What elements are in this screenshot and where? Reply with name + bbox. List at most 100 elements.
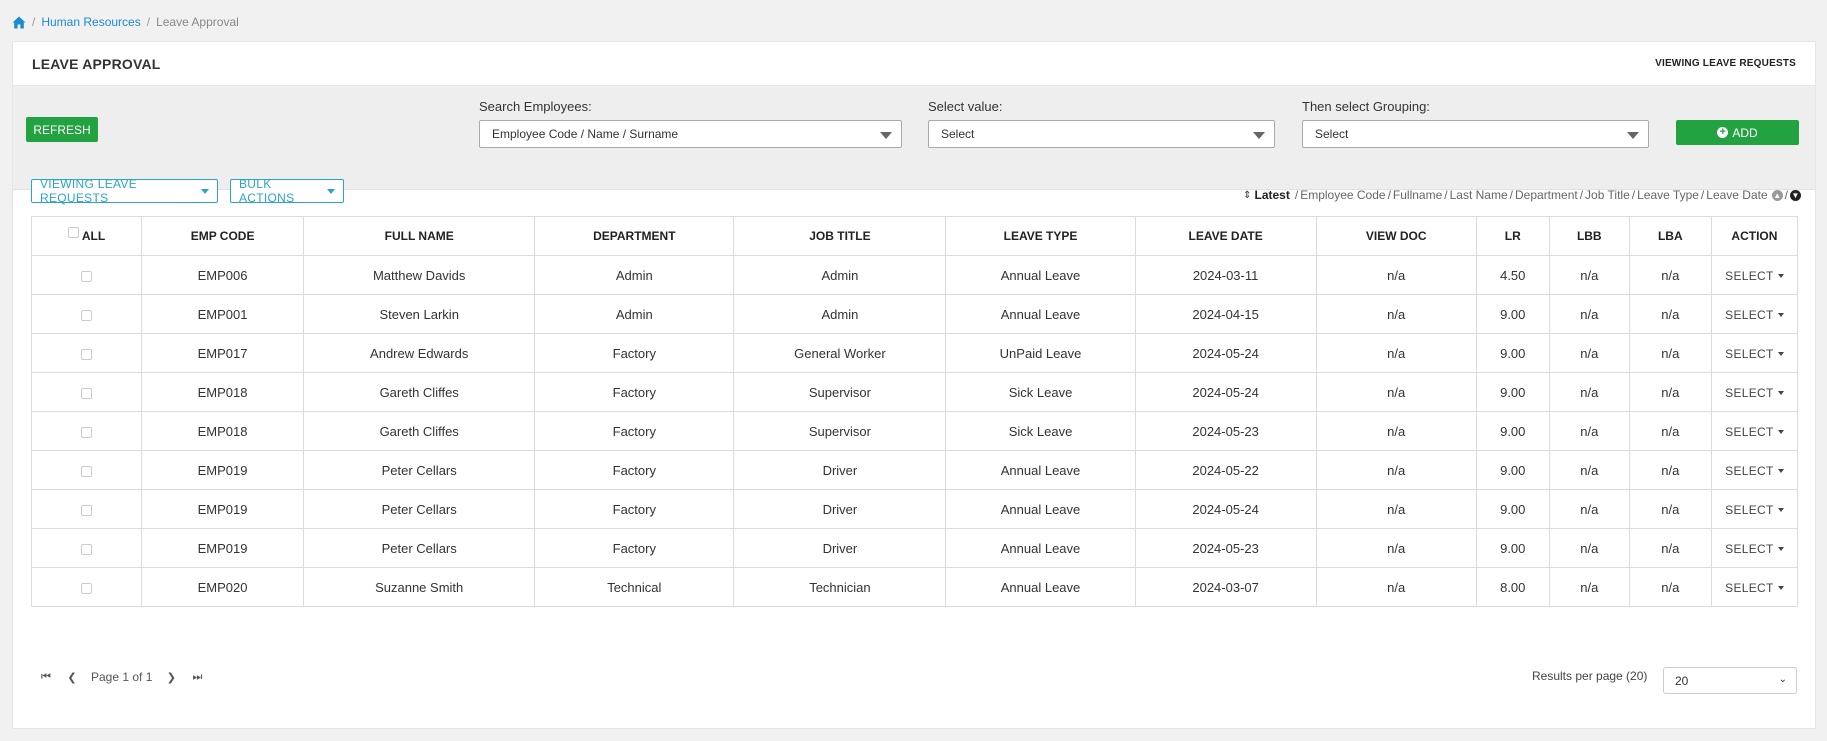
caret-down-icon: [1777, 351, 1784, 356]
sort-option-job-title[interactable]: Job Title: [1585, 188, 1630, 202]
cell-job-title: Driver: [733, 528, 947, 568]
cell-leave-date: 2024-04-15: [1134, 294, 1317, 334]
cell-leave-date: 2024-05-22: [1134, 450, 1317, 490]
caret-down-icon: [1777, 429, 1784, 434]
row-checkbox[interactable]: [81, 504, 93, 516]
cell-leave-type: Annual Leave: [945, 528, 1136, 568]
select-all-checkbox[interactable]: [67, 227, 79, 239]
cell-full-name: Peter Cellars: [303, 450, 536, 490]
row-action-dropdown[interactable]: SELECT: [1725, 502, 1784, 517]
cell-department: Technical: [534, 567, 735, 607]
row-action-dropdown[interactable]: SELECT: [1725, 386, 1784, 400]
cell-leave-date: 2024-03-07: [1134, 567, 1317, 607]
cell-department: Factory: [534, 450, 735, 490]
sort-option-latest[interactable]: Latest: [1255, 188, 1290, 202]
search-employees-select[interactable]: Employee Code / Name / Surname: [479, 120, 902, 148]
caret-down-icon: [1777, 585, 1784, 590]
cell-view-doc: n/a: [1315, 450, 1477, 490]
cell-department: Factory: [534, 489, 735, 529]
cell-lr: 8.00: [1475, 567, 1550, 607]
cell-job-title: Driver: [733, 450, 947, 490]
table-row: EMP019 Peter Cellars Factory Driver Annual L…: [30, 528, 1799, 568]
row-action-dropdown[interactable]: SELECT: [1725, 463, 1784, 478]
row-action-label: SELECT: [1725, 346, 1774, 361]
cell-leave-type: Annual Leave: [945, 567, 1136, 607]
cell-lbb: n/a: [1548, 528, 1630, 568]
last-page-icon[interactable]: ⏭: [184, 671, 210, 684]
row-select-cell: [30, 333, 143, 373]
row-checkbox[interactable]: [81, 387, 93, 399]
row-checkbox[interactable]: [81, 426, 93, 438]
table-row: EMP020 Suzanne Smith Technical Technician An…: [30, 567, 1799, 607]
row-checkbox[interactable]: [81, 348, 93, 360]
cell-department: Factory: [534, 528, 735, 568]
results-per-page-select[interactable]: 20 ⌄: [1663, 667, 1797, 694]
cell-full-name: Matthew Davids: [303, 255, 536, 295]
cell-leave-type: Sick Leave: [945, 411, 1136, 451]
bulk-actions-dropdown[interactable]: BULK ACTIONS: [230, 177, 344, 205]
previous-page-icon[interactable]: ❮: [59, 671, 85, 684]
sort-option-employee-code[interactable]: Employee Code: [1300, 188, 1385, 202]
viewing-mode-title: VIEWING LEAVE REQUESTS: [1655, 58, 1796, 69]
add-button[interactable]: + ADD: [1676, 120, 1799, 145]
cell-leave-type: Sick Leave: [945, 372, 1136, 412]
viewing-leave-requests-dropdown[interactable]: VIEWING LEAVE REQUESTS: [31, 177, 218, 205]
column-header-leave-type: LEAVE TYPE: [945, 216, 1136, 256]
chevron-down-icon: [880, 132, 892, 139]
row-checkbox[interactable]: [81, 582, 93, 594]
row-action-dropdown[interactable]: SELECT: [1725, 425, 1784, 439]
refresh-button[interactable]: REFRESH: [26, 117, 98, 142]
sort-option-last-name[interactable]: Last Name: [1450, 188, 1508, 202]
row-action-cell: SELECT: [1710, 528, 1799, 568]
row-checkbox[interactable]: [81, 465, 93, 477]
first-page-icon[interactable]: ⏮: [33, 671, 59, 684]
row-action-dropdown[interactable]: SELECT: [1725, 308, 1784, 322]
sort-option-leave-type[interactable]: Leave Type: [1637, 188, 1699, 202]
breadcrumb-current: Leave Approval: [156, 15, 239, 29]
row-action-dropdown[interactable]: SELECT: [1725, 542, 1784, 556]
cell-view-doc: n/a: [1315, 294, 1477, 334]
row-select-cell: [30, 255, 143, 295]
sort-bar: ⇕ Latest / Employee Code / Fullname / Last …: [1243, 188, 1801, 202]
cell-leave-date: 2024-05-24: [1134, 489, 1317, 529]
caret-down-icon: [1777, 507, 1784, 512]
row-action-label: SELECT: [1725, 502, 1774, 517]
pagination: ⏮ ❮ Page 1 of 1 ❯ ⏭: [33, 670, 210, 684]
table-row: EMP006 Matthew Davids Admin Admin Annual Lea…: [30, 255, 1799, 295]
caret-down-icon: [327, 188, 335, 194]
row-action-dropdown[interactable]: SELECT: [1725, 346, 1784, 361]
cell-lbb: n/a: [1548, 450, 1630, 490]
search-employees-value: Employee Code / Name / Surname: [492, 127, 679, 141]
column-header-all[interactable]: ALL: [30, 216, 143, 256]
arrow-down-circle-icon[interactable]: ▼: [1790, 189, 1801, 201]
row-action-cell: SELECT: [1710, 255, 1799, 295]
home-icon[interactable]: [12, 16, 26, 29]
row-checkbox[interactable]: [81, 270, 93, 282]
sort-option-fullname[interactable]: Fullname: [1393, 188, 1442, 202]
sort-option-department[interactable]: Department: [1515, 188, 1578, 202]
table-row: EMP018 Gareth Cliffes Factory Supervisor Sic…: [30, 372, 1799, 412]
row-action-label: SELECT: [1725, 463, 1774, 478]
cell-lr: 9.00: [1475, 333, 1550, 373]
cell-job-title: Admin: [733, 255, 947, 295]
breadcrumb-separator: /: [32, 15, 36, 29]
row-action-cell: SELECT: [1710, 450, 1799, 490]
row-action-dropdown[interactable]: SELECT: [1725, 581, 1784, 595]
cell-lba: n/a: [1628, 528, 1712, 568]
sort-option-leave-date[interactable]: Leave Date: [1706, 188, 1767, 202]
table-header-row: ALL EMP CODE FULL NAME DEPARTMENT JOB TI…: [30, 216, 1799, 256]
grouping-select[interactable]: Select: [1302, 120, 1649, 148]
next-page-icon[interactable]: ❯: [158, 671, 184, 684]
cell-lbb: n/a: [1548, 372, 1630, 412]
select-value-select[interactable]: Select: [928, 120, 1275, 148]
cell-leave-type: UnPaid Leave: [945, 333, 1136, 373]
column-header-lba: LBA: [1628, 216, 1712, 256]
column-header-full-name: FULL NAME: [303, 216, 536, 256]
row-action-dropdown[interactable]: SELECT: [1725, 269, 1784, 283]
sort-icon: ⇕: [1243, 189, 1252, 201]
breadcrumb-human-resources[interactable]: Human Resources: [41, 15, 140, 29]
arrow-up-circle-icon[interactable]: ▲: [1771, 189, 1783, 201]
row-checkbox[interactable]: [81, 309, 93, 321]
row-checkbox[interactable]: [81, 543, 93, 555]
cell-emp-code: EMP018: [141, 372, 305, 412]
